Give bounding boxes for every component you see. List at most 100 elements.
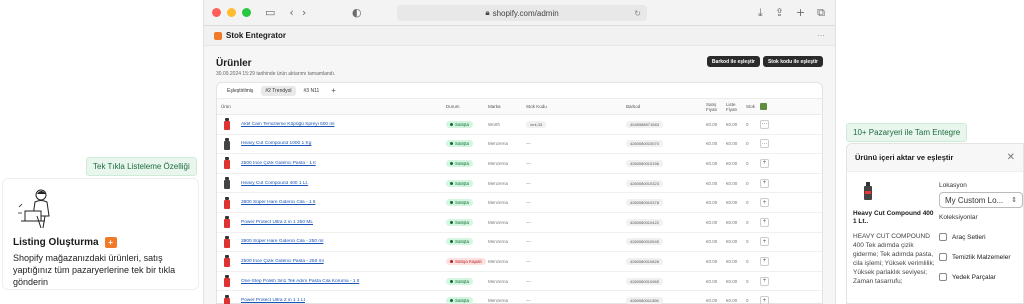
shield-icon[interactable]: ◐ xyxy=(352,6,362,19)
add-listing-button[interactable]: + xyxy=(760,276,769,286)
person-laptop-illustration xyxy=(15,187,59,231)
add-listing-button[interactable]: + xyxy=(760,217,769,227)
col-sale-price: Satış Fiyatı xyxy=(706,101,718,112)
feature-tag-listing: Tek Tıkla Listeleme Özelliği xyxy=(86,157,197,176)
barcode-match-button[interactable]: Barkod ile eşleştir xyxy=(706,56,760,67)
listing-card-heading: Listing Oluşturma + xyxy=(13,237,188,248)
table-body: Aktif Cam Temizleme Köpüğü Spreyi 500 ml… xyxy=(217,115,822,304)
add-listing-button[interactable]: + xyxy=(760,158,769,168)
shopify-bag-icon xyxy=(760,103,767,110)
collection-checkbox[interactable]: Yedek Parçalar xyxy=(939,273,1023,281)
product-name-link[interactable]: Power Protect Ultra 2 in 1 1 Lt xyxy=(241,298,446,303)
status-badge: Satışta xyxy=(446,199,474,207)
stock-cell: 0 xyxy=(746,219,749,225)
list-price-cell: €0.00 xyxy=(726,180,738,186)
close-icon[interactable]: ✕ xyxy=(1007,152,1015,163)
tabs-overview-icon[interactable]: ⧉ xyxy=(817,6,825,20)
col-status: Durum xyxy=(446,104,460,109)
product-name-link[interactable]: One-Step Polish 3in1 Tek Adım Pasta Cila… xyxy=(241,279,446,284)
status-badge: Satışta xyxy=(446,179,474,187)
product-name-link[interactable]: 3800 Süper Hare Giderici Cila - 250 ml xyxy=(241,239,446,244)
table-row[interactable]: 3800 Süper Hare Giderici Cila - 1 lt Satı… xyxy=(217,193,822,213)
collection-label: Yedek Parçalar xyxy=(952,273,996,281)
import-match-modal: Ürünü içeri aktar ve eşleştir ✕ Heavy Cu… xyxy=(846,143,1024,304)
table-row[interactable]: One-Step Polish 3in1 Tek Adım Pasta Cila… xyxy=(217,272,822,292)
col-barcode: Barkod xyxy=(626,104,641,109)
table-row[interactable]: 2500 İnce Çizik Giderici Pasta - 250 ml S… xyxy=(217,252,822,272)
col-stock: Stok xyxy=(746,104,756,109)
more-options-icon[interactable]: ··· xyxy=(817,31,825,40)
sku-match-button[interactable]: Stok kodu ile eşleştir xyxy=(762,56,823,67)
add-listing-button[interactable]: + xyxy=(760,296,769,304)
modal-title: Ürünü içeri aktar ve eşleştir xyxy=(855,153,954,162)
sidebar-toggle-icon[interactable]: ▭ xyxy=(265,6,275,19)
barcode-cell: 4260080010965 xyxy=(626,277,663,285)
reload-icon[interactable]: ↻ xyxy=(634,9,641,18)
stock-cell: 0 xyxy=(746,258,749,264)
minimize-window-button[interactable] xyxy=(227,8,236,17)
add-tab-button[interactable]: + xyxy=(327,84,340,97)
table-row[interactable]: Heavy Cut Compound 1000 1 Kg Satışta Menze… xyxy=(217,135,822,155)
modal-product-description: HEAVY CUT COMPOUND 400 Tek adımda çizik … xyxy=(853,233,935,285)
add-listing-button[interactable]: + xyxy=(760,178,769,188)
back-arrow-icon[interactable]: ‹ xyxy=(289,6,293,19)
add-listing-button[interactable]: + xyxy=(760,198,769,208)
location-select[interactable]: My Custom Lo... ⇕ xyxy=(939,192,1023,208)
list-price-cell: €0.00 xyxy=(726,278,738,284)
sale-price-cell: €0.00 xyxy=(706,160,718,166)
sale-price-cell: €0.00 xyxy=(706,121,718,127)
checkbox-icon[interactable] xyxy=(939,253,947,261)
page-header: Ürünler 30.09.2024 15:29 tarihinde ürün … xyxy=(216,52,823,77)
close-window-button[interactable] xyxy=(212,8,221,17)
add-listing-button[interactable]: + xyxy=(760,237,769,247)
product-name-link[interactable]: Power Protect Ultra 2 in 1 250 ML xyxy=(241,220,446,225)
col-list-price: Liste Fiyatı xyxy=(726,101,738,112)
row-menu-button[interactable]: ··· xyxy=(760,139,769,149)
sku-cell: — xyxy=(526,258,531,264)
new-tab-icon[interactable]: + xyxy=(796,6,805,20)
share-icon[interactable]: ⇪ xyxy=(775,6,784,20)
brand-cell: Menzerna xyxy=(488,160,509,166)
barcode-cell: 4260080011306 xyxy=(626,297,663,304)
status-badge: Satışta xyxy=(446,238,474,246)
table-row[interactable]: 3800 Süper Hare Giderici Cila - 250 ml Sa… xyxy=(217,233,822,253)
listing-feature-card: Listing Oluşturma + Shopify mağazanızdak… xyxy=(2,178,199,290)
table-row[interactable]: 2500 İnce Çizik Giderici Pasta - 1 lt Sat… xyxy=(217,154,822,174)
checkbox-icon[interactable] xyxy=(939,273,947,281)
product-name-link[interactable]: Aktif Cam Temizleme Köpüğü Spreyi 500 ml xyxy=(241,122,446,127)
table-row[interactable]: Heavy Cut Compound 400 1 Lt. Satışta Menze… xyxy=(217,174,822,194)
collection-checkbox[interactable]: Araç Setleri xyxy=(939,233,1023,241)
list-price-cell: €0.00 xyxy=(726,219,738,225)
product-thumbnail xyxy=(223,275,231,288)
product-thumbnail xyxy=(223,196,231,209)
table-row[interactable]: Power Protect Ultra 2 in 1 1 Lt Satışta Me… xyxy=(217,291,822,304)
barcode-cell: 4260080010545 xyxy=(626,238,663,246)
product-name-link[interactable]: 2500 İnce Çizik Giderici Pasta - 250 ml xyxy=(241,259,446,264)
table-row[interactable]: Aktif Cam Temizleme Köpüğü Spreyi 500 ml… xyxy=(217,115,822,135)
table-row[interactable]: Power Protect Ultra 2 in 1 250 ML Satışta… xyxy=(217,213,822,233)
maximize-window-button[interactable] xyxy=(242,8,251,17)
product-name-link[interactable]: 2500 İnce Çizik Giderici Pasta - 1 lt xyxy=(241,161,446,166)
address-bar[interactable]: 🔒︎ shopify.com/admin ↻ xyxy=(397,5,647,21)
list-price-cell: €0.00 xyxy=(726,141,738,147)
stock-cell: 0 xyxy=(746,160,749,166)
sale-price-cell: €0.00 xyxy=(706,180,718,186)
row-menu-button[interactable]: ··· xyxy=(760,119,769,129)
barcode-cell: 4260080010323 xyxy=(626,179,663,187)
download-icon[interactable]: ⤓ xyxy=(758,6,763,20)
product-name-link[interactable]: Heavy Cut Compound 1000 1 Kg xyxy=(241,141,446,146)
tab-item[interactable]: #2 Trendyol xyxy=(261,85,296,96)
tab-item[interactable]: #3 N11 xyxy=(300,86,324,96)
stock-cell: 0 xyxy=(746,141,749,147)
product-name-link[interactable]: 3800 Süper Hare Giderici Cila - 1 lt xyxy=(241,200,446,205)
sale-price-cell: €0.00 xyxy=(706,200,718,206)
stock-cell: 0 xyxy=(746,180,749,186)
forward-arrow-icon[interactable]: › xyxy=(302,6,306,19)
tab-item[interactable]: Eşleştirilmiş xyxy=(223,86,257,96)
collection-checkbox[interactable]: Temizlik Malzemeler xyxy=(939,253,1023,261)
add-listing-button[interactable]: + xyxy=(760,256,769,266)
checkbox-icon[interactable] xyxy=(939,233,947,241)
product-name-link[interactable]: Heavy Cut Compound 400 1 Lt. xyxy=(241,181,446,186)
lock-icon: 🔒︎ xyxy=(485,8,490,17)
brand-cell: Menzerna xyxy=(488,278,509,284)
